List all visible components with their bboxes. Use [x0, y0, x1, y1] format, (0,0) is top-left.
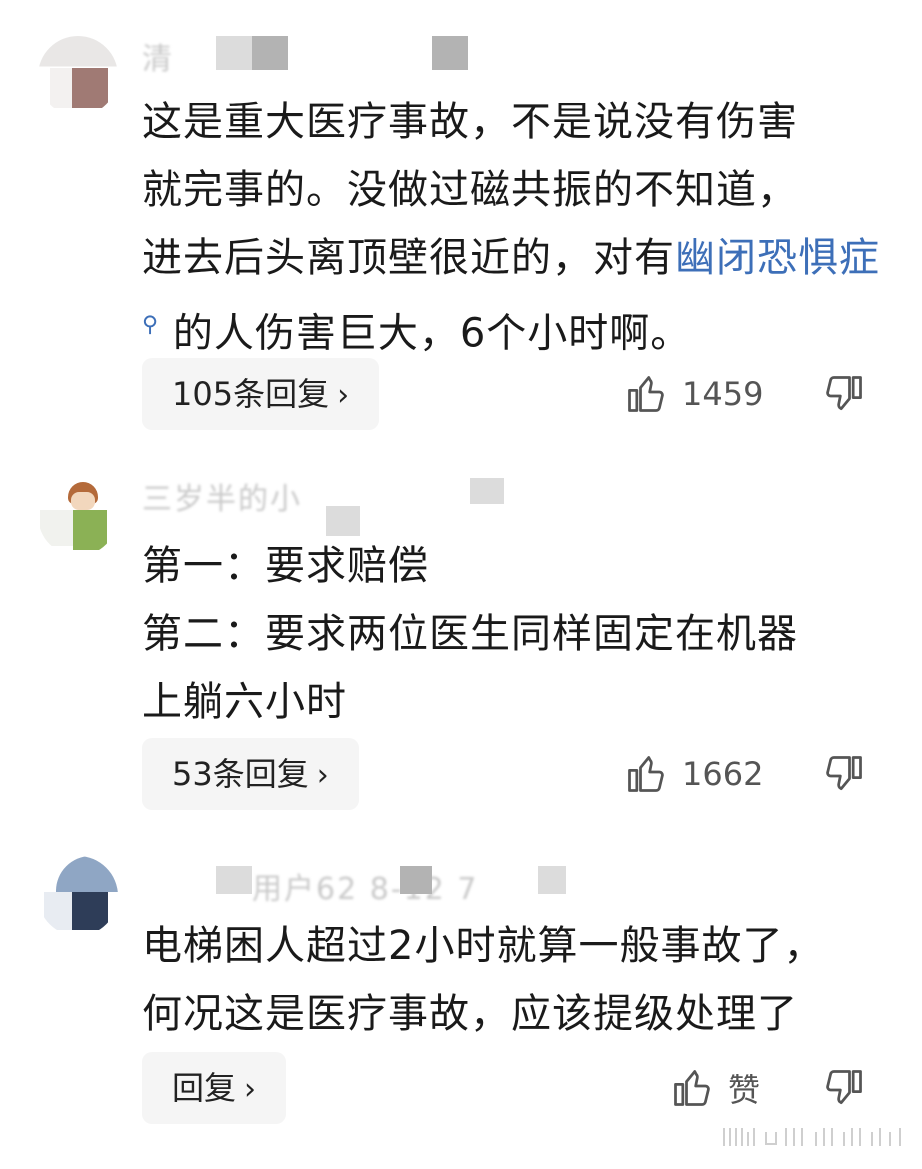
- keyword-link-text[interactable]: 幽闭恐惧症: [675, 235, 880, 281]
- comment-text: 电梯困人超过2小时就算一般事故了， 何况这是医疗事故，应该提级处理了: [142, 912, 882, 1048]
- comment-line: 这是重大医疗事故，不是说没有伤害: [142, 99, 798, 145]
- username-blur-block: [400, 866, 432, 894]
- thumbs-up-icon: [674, 1070, 710, 1106]
- avatar[interactable]: [38, 476, 118, 556]
- chevron-right-icon: ›: [316, 758, 329, 793]
- username-blurred[interactable]: 三岁半的小: [142, 474, 302, 517]
- chevron-right-icon: ›: [337, 378, 350, 413]
- avatar[interactable]: [38, 856, 118, 936]
- comment-line: 进去后头离顶壁很近的，对有: [142, 235, 675, 281]
- username-blurred[interactable]: 清: [142, 34, 174, 77]
- view-replies-button[interactable]: 105条回复 ›: [142, 358, 380, 430]
- reply-button[interactable]: 回复 ›: [142, 1052, 287, 1124]
- username-blur-block: [216, 866, 252, 894]
- like-button[interactable]: 1662: [624, 744, 763, 804]
- like-button[interactable]: 1459: [624, 364, 763, 424]
- comment-line: 第二：要求两位医生同样固定在机器: [142, 611, 798, 657]
- like-count: 1459: [682, 375, 764, 413]
- comment-line: 就完事的。没做过磁共振的不知道，: [142, 167, 798, 213]
- reply-count-label: 53条回复: [172, 755, 309, 793]
- comment-text: 第一：要求赔偿 第二：要求两位医生同样固定在机器 上躺六小时: [142, 532, 882, 736]
- comment-line: 第一：要求赔偿: [142, 543, 429, 589]
- comment-line: 何况这是医疗事故，应该提级处理了: [142, 991, 798, 1037]
- watermark-scribble: [723, 1128, 901, 1146]
- username-blurred[interactable]: 用户62 8-12 7: [252, 864, 478, 907]
- comment-line: 上躺六小时: [142, 679, 347, 725]
- username-blur-block: [538, 866, 566, 894]
- thumbs-down-icon[interactable]: [822, 1066, 866, 1110]
- search-icon: ⚲: [142, 313, 160, 338]
- username-blur-block: [252, 36, 288, 70]
- comment-text: 这是重大医疗事故，不是说没有伤害 就完事的。没做过磁共振的不知道， 进去后头离顶…: [142, 88, 882, 367]
- avatar[interactable]: [38, 36, 118, 116]
- reply-count-label: 105条回复: [172, 375, 330, 413]
- like-label: 赞: [728, 1071, 761, 1109]
- reply-label: 回复: [172, 1069, 237, 1107]
- comment-list: 清 这是重大医疗事故，不是说没有伤害 就完事的。没做过磁共振的不知道， 进去后头…: [0, 0, 922, 1169]
- comment-line: 的人伤害巨大，6个小时啊。: [159, 310, 692, 357]
- thumbs-up-icon: [628, 376, 664, 412]
- username-blur-block: [216, 36, 252, 70]
- username-blur-block: [432, 36, 468, 70]
- like-button[interactable]: 赞: [670, 1058, 760, 1118]
- like-count: 1662: [682, 755, 764, 793]
- thumbs-up-icon: [628, 756, 664, 792]
- thumbs-down-icon[interactable]: [822, 372, 866, 416]
- username-blur-block: [470, 478, 504, 504]
- view-replies-button[interactable]: 53条回复 ›: [142, 738, 359, 810]
- thumbs-down-icon[interactable]: [822, 752, 866, 796]
- chevron-right-icon: ›: [244, 1072, 257, 1107]
- comment-line: 电梯困人超过2小时就算一般事故了，: [142, 923, 825, 969]
